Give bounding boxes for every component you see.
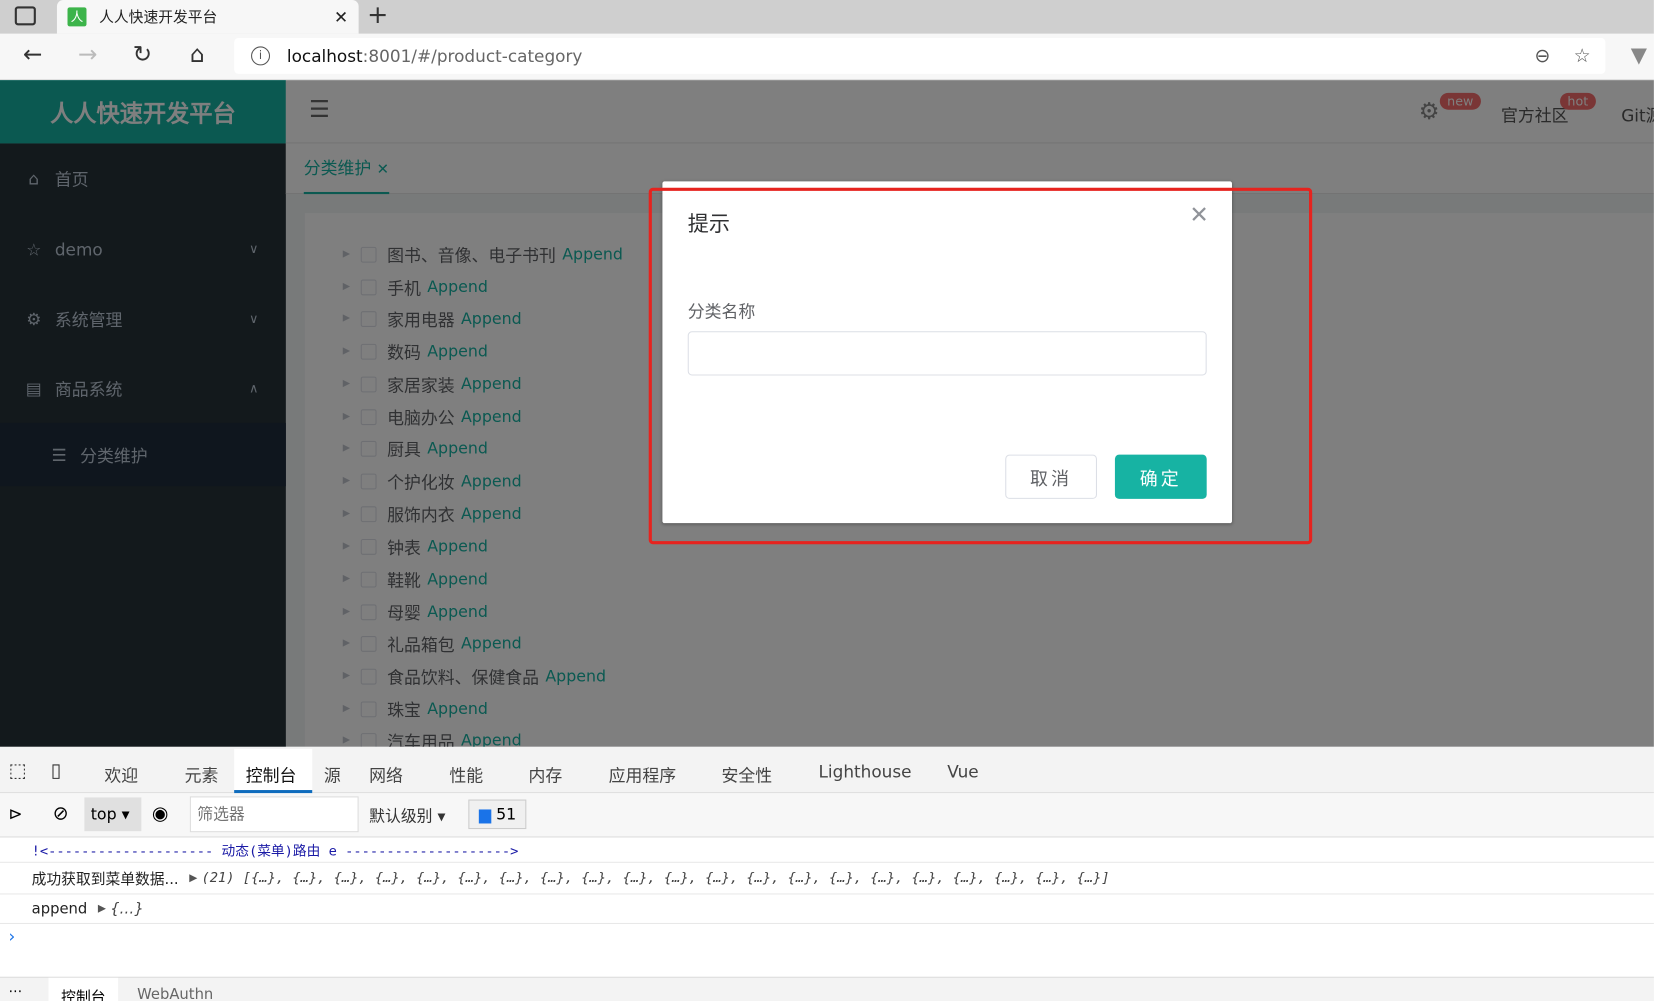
reload-icon[interactable]: ↻ xyxy=(127,42,159,68)
inspect-icon[interactable]: ⬚ xyxy=(8,759,26,781)
console-line: append ▶ {…} xyxy=(0,894,1654,925)
console-array[interactable]: (21) [{…}, {…}, {…}, {…}, {…}, {…}, {…},… xyxy=(202,870,1110,886)
devtools-tab[interactable]: 欢迎 xyxy=(104,762,138,787)
home-icon[interactable]: ⌂ xyxy=(181,42,213,68)
clear-icon[interactable]: ⊘ xyxy=(53,803,69,825)
console-line: !<-------------------- 动态(菜单)路由 e ------… xyxy=(0,838,1654,863)
level-select[interactable]: 默认级别 ▾ xyxy=(369,805,445,827)
tab-title: 人人快速开发平台 xyxy=(99,9,218,27)
zoom-icon[interactable]: ⊖ xyxy=(1534,45,1550,67)
expand-icon[interactable]: ▶ xyxy=(98,903,106,915)
console-line: 成功获取到菜单数据... ▶ (21) [{…}, {…}, {…}, {…}, {… xyxy=(0,863,1654,895)
device-icon[interactable]: ▯ xyxy=(51,759,61,781)
drawer-tabs: ⋯ 控制台 WebAuthn xyxy=(0,976,1654,1001)
devtools-tab[interactable]: 元素 xyxy=(185,762,219,787)
info-icon[interactable]: i xyxy=(251,46,271,66)
devtools-tab[interactable]: 性能 xyxy=(449,762,483,787)
sidebar-toggle-icon[interactable] xyxy=(14,6,36,26)
back-icon[interactable]: ← xyxy=(17,42,49,68)
expand-icon[interactable]: ▶ xyxy=(189,872,197,884)
console-toolbar: ⊳ ⊘ top ▾ ◉ 默认级别 ▾ ▆ 51 xyxy=(0,793,1654,838)
forward-icon[interactable]: → xyxy=(72,42,104,68)
message-icon: ▆ xyxy=(478,804,492,824)
level-value: 默认级别 xyxy=(369,806,433,826)
eye-icon[interactable]: ◉ xyxy=(152,803,169,825)
drawer-tab-console[interactable]: 控制台 xyxy=(48,977,119,1001)
devtools-tab[interactable]: 源 xyxy=(324,762,341,787)
url-path: :8001/#/product-category xyxy=(362,45,583,66)
devtools-tab[interactable]: 安全性 xyxy=(721,762,772,787)
favicon-icon: 人 xyxy=(67,7,87,27)
new-tab-button[interactable]: + xyxy=(367,0,388,30)
address-bar[interactable]: i localhost:8001/#/product-category ⊖ ☆ xyxy=(234,37,1606,74)
url-host: localhost xyxy=(286,45,363,66)
console-text: 成功获取到菜单数据... xyxy=(31,870,179,888)
devtools-tab[interactable]: Lighthouse xyxy=(819,762,912,782)
message-count-button[interactable]: ▆ 51 xyxy=(468,799,527,830)
devtools-tab[interactable]: 应用程序 xyxy=(609,762,677,787)
highlight-box xyxy=(648,187,1313,545)
drawer-tab-webauthn[interactable]: WebAuthn xyxy=(137,986,213,1001)
devtools-tab[interactable]: 内存 xyxy=(528,762,562,787)
sidebar-icon[interactable]: ⊳ xyxy=(8,804,22,824)
message-count: 51 xyxy=(496,804,517,824)
context-select[interactable]: top ▾ xyxy=(84,797,142,832)
console-prompt-icon[interactable]: › xyxy=(8,926,15,946)
console-text: !<-------------------- 动态(菜单)路由 e ------… xyxy=(31,843,519,860)
devtools-tab[interactable]: 网络 xyxy=(369,762,403,787)
browser-tab[interactable]: 人 人人快速开发平台 ✕ xyxy=(56,0,359,34)
favorite-icon[interactable]: ☆ xyxy=(1574,45,1591,67)
console-object[interactable]: {…} xyxy=(110,900,144,917)
console-text: append xyxy=(31,900,88,918)
devtools-tab[interactable]: 控制台 xyxy=(246,762,297,787)
filter-input[interactable] xyxy=(189,796,359,833)
more-icon[interactable]: ⋯ xyxy=(8,984,22,1000)
devtools-tab[interactable]: Vue xyxy=(947,762,978,782)
close-tab-icon[interactable]: ✕ xyxy=(334,7,348,27)
extension-icon[interactable]: ▼ xyxy=(1631,42,1647,67)
context-value: top xyxy=(90,804,117,824)
